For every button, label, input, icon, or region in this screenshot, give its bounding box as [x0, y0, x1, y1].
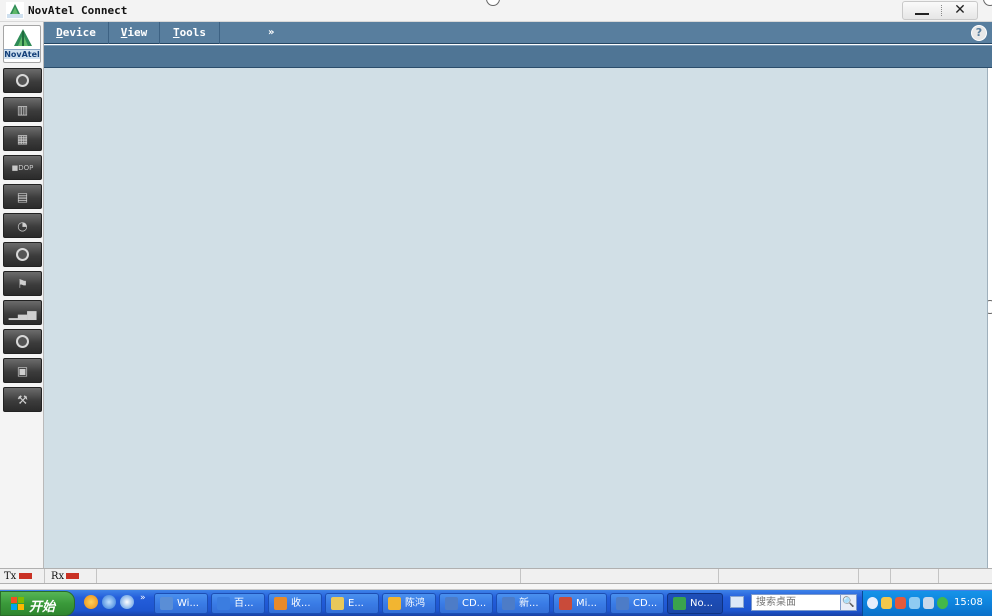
dop-icon: ■DOP: [11, 163, 34, 172]
compass-icon: [16, 74, 29, 87]
status-bar: Tx Rx: [0, 568, 992, 584]
task-app-icon: [388, 597, 401, 610]
compass-icon: [16, 335, 29, 348]
toolbar-button-satellite-table[interactable]: ▦: [3, 126, 42, 151]
menu-view[interactable]: View: [109, 22, 160, 44]
tray-back-icon[interactable]: [867, 597, 878, 609]
windows-taskbar: 开始 » Wi... 百... 收... E... 陈鸿 CD... 新... …: [0, 590, 992, 616]
start-button[interactable]: 开始: [0, 591, 75, 616]
circle-gauge-icon: [16, 248, 29, 261]
tx-indicator: [19, 573, 32, 579]
task-app-icon: [616, 597, 629, 610]
toolbar-button-flag[interactable]: ⚑: [3, 271, 42, 296]
left-toolbar: NovAtel ▥ ▦ ■DOP ▤ ◔ ⚑ ▁▃▅ ▣ ⚒: [0, 22, 44, 568]
start-label: 开始: [29, 600, 56, 615]
status-cell: [96, 569, 97, 583]
close-button[interactable]: ✕: [943, 2, 977, 19]
tray-status-icon[interactable]: [937, 597, 948, 609]
toolbar-button-dop[interactable]: ■DOP: [3, 155, 42, 180]
toolbar-button-gauge[interactable]: [3, 242, 42, 267]
menu-overflow-chevron-icon[interactable]: »: [268, 22, 274, 44]
taskbar-clock: 15:08: [954, 597, 983, 608]
menu-bar: Device View Tools » ?: [44, 22, 992, 44]
network-icon: ▣: [16, 363, 29, 378]
help-icon[interactable]: ?: [971, 25, 987, 41]
window-controls: ✕: [902, 1, 978, 20]
taskbar-item[interactable]: E...: [325, 593, 379, 614]
quicklaunch-more-icon[interactable]: »: [140, 593, 146, 603]
quicklaunch-ie-icon[interactable]: [102, 595, 116, 609]
signal-bars-icon: ▁▃▅: [8, 305, 37, 320]
rx-label: Rx: [51, 571, 65, 582]
novatel-brand-label: NovAtel: [4, 49, 40, 59]
tray-user-icon[interactable]: [895, 597, 906, 609]
task-app-icon: [559, 597, 572, 610]
status-cell: [718, 569, 719, 583]
novatel-logo-icon: [14, 29, 32, 46]
taskbar-item[interactable]: CD...: [610, 593, 664, 614]
menu-tools[interactable]: Tools: [160, 22, 220, 44]
flag-icon: ⚑: [17, 276, 28, 291]
novatel-home-button[interactable]: NovAtel: [3, 25, 41, 63]
taskbar-item-active[interactable]: No...: [667, 593, 723, 614]
list-view-icon: ▤: [16, 189, 29, 204]
menu-device[interactable]: Device: [44, 22, 109, 44]
quicklaunch-ie-icon[interactable]: [120, 595, 134, 609]
task-app-icon: [217, 597, 230, 610]
taskbar-item[interactable]: CD...: [439, 593, 493, 614]
task-app-icon: [274, 597, 287, 610]
task-app-icon: [502, 597, 515, 610]
bar-chart-icon: ▦: [16, 131, 29, 146]
status-cell: [858, 569, 859, 583]
status-cell: [890, 569, 891, 583]
toolbar-button-compass[interactable]: [3, 329, 42, 354]
toolbar-button-signal[interactable]: ▁▃▅: [3, 300, 42, 325]
taskbar-item[interactable]: 百...: [211, 593, 265, 614]
taskbar-item[interactable]: Mi...: [553, 593, 607, 614]
sub-toolbar: [44, 45, 992, 68]
status-cell: [938, 569, 939, 583]
taskbar-item[interactable]: Wi...: [154, 593, 208, 614]
system-tray: 15:08: [862, 591, 992, 616]
taskbar-item[interactable]: 收...: [268, 593, 322, 614]
minimize-button[interactable]: [903, 2, 941, 19]
novatel-logo-icon: [6, 2, 24, 19]
taskbar-item[interactable]: 陈鸿: [382, 593, 436, 614]
toolbar-button-list-view[interactable]: ▤: [3, 184, 42, 209]
task-app-icon: [331, 597, 344, 610]
task-app-icon: [160, 597, 173, 610]
windows-logo-icon: [11, 597, 24, 610]
quicklaunch-browser-icon[interactable]: [84, 595, 98, 609]
tray-volume-icon[interactable]: [923, 597, 934, 609]
window-controls-divider: [941, 5, 942, 16]
toolbar-button-settings[interactable]: ⚒: [3, 387, 42, 412]
toolbar-button-position[interactable]: [3, 68, 42, 93]
task-app-icon: [445, 597, 458, 610]
search-icon[interactable]: 🔍: [840, 594, 857, 611]
show-desktop-icon[interactable]: [730, 596, 744, 608]
toolbar-button-tracking-status[interactable]: ▥: [3, 97, 42, 122]
tray-network-icon[interactable]: [909, 597, 920, 609]
bar-chart-icon: ▥: [16, 102, 29, 117]
toolbar-button-network[interactable]: ▣: [3, 358, 42, 383]
satellite-dish-icon: ◔: [17, 218, 28, 233]
toolbar-button-satellite-dish[interactable]: ◔: [3, 213, 42, 238]
taskbar-item[interactable]: 新...: [496, 593, 550, 614]
main-workspace: [44, 68, 988, 568]
settings-wrench-icon: ⚒: [17, 392, 28, 407]
task-app-icon: [673, 597, 686, 610]
rx-indicator: [66, 573, 79, 579]
tray-shield-icon[interactable]: [881, 597, 892, 609]
window-title: NovAtel Connect: [28, 4, 128, 17]
status-cell: [44, 569, 45, 583]
status-cell: [520, 569, 521, 583]
tx-label: Tx: [4, 571, 17, 582]
